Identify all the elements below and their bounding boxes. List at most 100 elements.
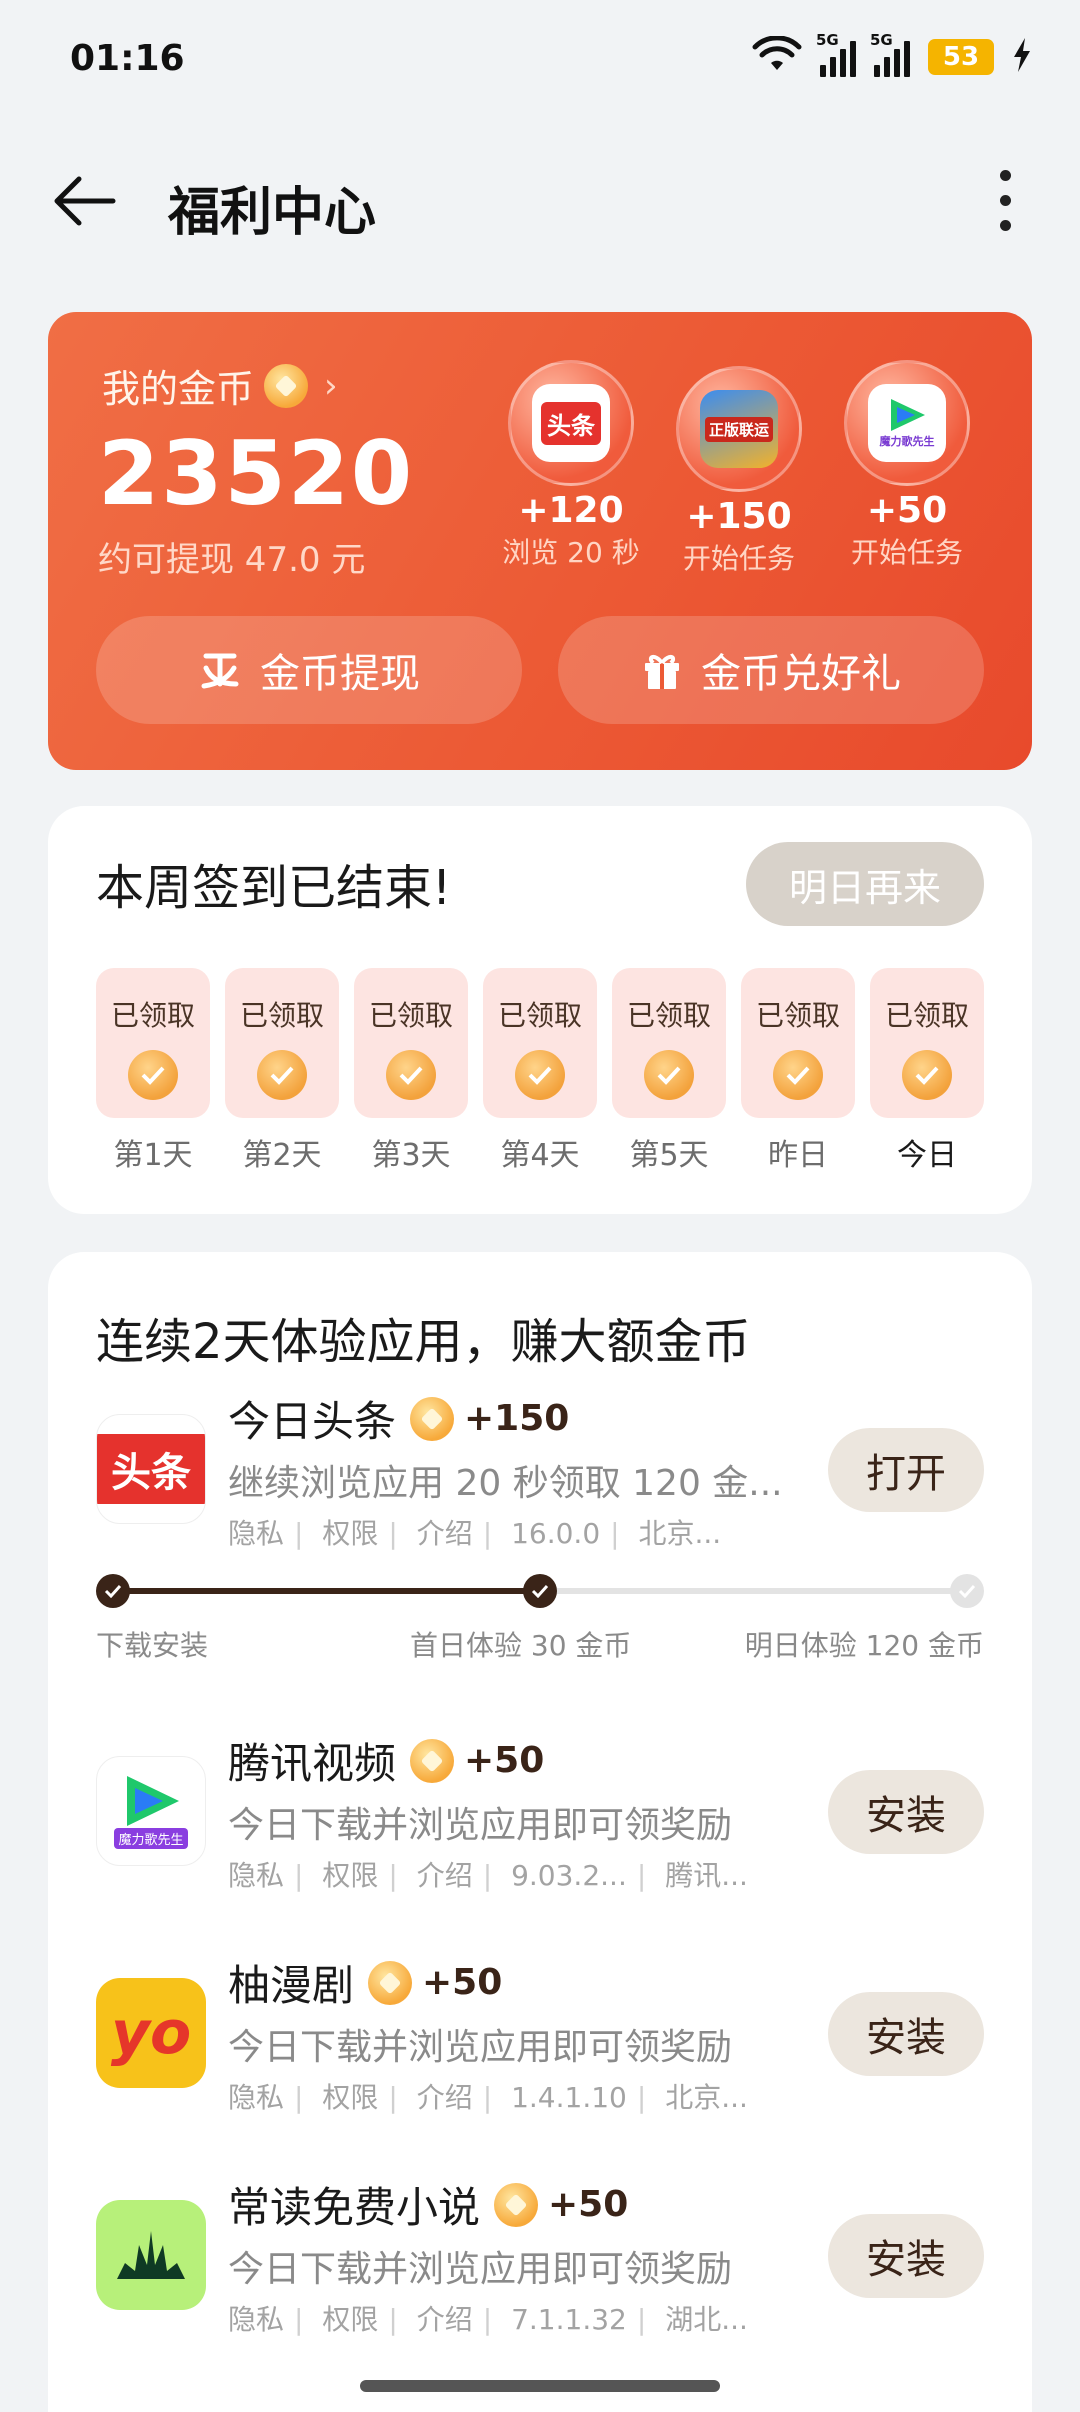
install-button[interactable]: 安装 [828, 1770, 984, 1854]
signal-icon: 5G [870, 31, 910, 77]
permissions-link[interactable]: 权限 [322, 1859, 378, 1892]
claimed-check-icon [257, 1050, 307, 1100]
progress-step-label: 明日体验 120 金币 [744, 1629, 984, 1662]
claimed-check-icon [515, 1050, 565, 1100]
tencent-video-app-icon[interactable]: 魔力歌先生 [96, 1756, 206, 1866]
app-meta: 隐私 | 权限 | 介绍 | 7.1.1.32 | 湖北... [228, 2303, 748, 2336]
app-version: 9.03.2... [511, 1859, 627, 1892]
permissions-link[interactable]: 权限 [322, 2081, 378, 2114]
status-time: 01:16 [70, 38, 185, 79]
gift-icon [645, 655, 679, 689]
home-indicator[interactable] [360, 2380, 720, 2392]
coin-amount: 23520 [98, 422, 415, 525]
charging-icon [1012, 38, 1032, 76]
signin-title: 本周签到已结束! [96, 860, 452, 916]
promo-desc: 开始任务 [850, 536, 963, 569]
youmanju-app-icon[interactable]: yo [96, 1978, 206, 2088]
cash-estimate: 约可提现 47.0 元 [98, 540, 366, 580]
app-row-changdu: 常读免费小说 +50 今日下载并浏览应用即可领奖励 隐私 | 权限 | 介绍 | 7.… [48, 2174, 1032, 2344]
app-row-toutiao: 头条 今日头条 +150 继续浏览应用 20 秒领取 120 金... 隐私 | … [48, 1388, 1032, 1558]
app-developer: 腾讯... [665, 1859, 748, 1892]
progress-step-label: 首日体验 30 金币 [410, 1629, 632, 1662]
privacy-link[interactable]: 隐私 [228, 1517, 284, 1550]
install-button[interactable]: 安装 [828, 2214, 984, 2298]
signal-icon: 5G [816, 31, 856, 77]
app-meta: 隐私 | 权限 | 介绍 | 16.0.0 | 北京... [228, 1517, 722, 1550]
signin-days: 已领取 第1天 已领取 第2天 已领取 第3天 已领取 第4天 已领取 第5天 … [96, 968, 984, 1174]
signin-day: 已领取 昨日 [741, 968, 855, 1174]
app-reward: +50 [410, 1738, 544, 1783]
my-coins-label: 我的金币 [102, 367, 255, 411]
app-reward: +50 [494, 2182, 628, 2227]
app-reward: +150 [410, 1396, 569, 1441]
back-arrow-icon [54, 176, 116, 226]
app-description: 今日下载并浏览应用即可领奖励 [228, 1805, 733, 1846]
app-developer: 湖北... [665, 2303, 748, 2336]
game-app-icon: 正版联运 [700, 390, 778, 468]
app-description: 今日下载并浏览应用即可领奖励 [228, 2249, 733, 2290]
toutiao-app-icon[interactable]: 头条 [96, 1414, 206, 1524]
promo-bubble-game[interactable]: 正版联运 +150 开始任务 [654, 366, 824, 577]
signin-day: 已领取 第3天 [354, 968, 468, 1174]
promo-reward: +50 [866, 490, 948, 531]
app-description: 继续浏览应用 20 秒领取 120 金... [228, 1463, 783, 1504]
exchange-gift-label: 金币兑好礼 [701, 651, 901, 697]
coin-icon [264, 363, 309, 408]
app-version: 1.4.1.10 [511, 2081, 627, 2114]
permissions-link[interactable]: 权限 [322, 2303, 378, 2336]
my-coins-link[interactable]: 我的金币 › [102, 358, 338, 413]
promo-desc: 开始任务 [682, 542, 795, 575]
tencent-video-app-icon: 魔力歌先生 [868, 384, 946, 462]
promo-reward: +120 [518, 490, 624, 531]
progress-step-label: 下载安装 [96, 1629, 209, 1662]
signin-day: 已领取 第4天 [483, 968, 597, 1174]
intro-link[interactable]: 介绍 [417, 2081, 473, 2114]
privacy-link[interactable]: 隐私 [228, 2303, 284, 2336]
step-done-icon [523, 1574, 557, 1608]
intro-link[interactable]: 介绍 [417, 1859, 473, 1892]
more-options-button[interactable] [970, 160, 1040, 240]
app-name: 柚漫剧 [228, 1961, 355, 2010]
status-icons: 5G 5G 53 [752, 31, 1032, 78]
signin-card: 本周签到已结束! 明日再来 已领取 第1天 已领取 第2天 已领取 第3天 已领… [48, 806, 1032, 1214]
app-developer: 北京... [665, 2081, 748, 2114]
app-version: 16.0.0 [511, 1517, 601, 1550]
come-back-tomorrow-button[interactable]: 明日再来 [746, 842, 984, 926]
task-progress: 下载安装 首日体验 30 金币 明日体验 120 金币 [96, 1572, 984, 1662]
promo-desc: 浏览 20 秒 [502, 536, 640, 569]
open-button[interactable]: 打开 [828, 1428, 984, 1512]
coin-card: 我的金币 › 23520 约可提现 47.0 元 头条 +120 浏览 20 秒… [48, 312, 1032, 770]
back-button[interactable] [44, 166, 124, 236]
promo-bubble-toutiao[interactable]: 头条 +120 浏览 20 秒 [486, 360, 656, 571]
claimed-check-icon [128, 1050, 178, 1100]
battery-icon: 53 [928, 39, 994, 75]
app-row-youmanju: yo 柚漫剧 +50 今日下载并浏览应用即可领奖励 隐私 | 权限 | 介绍 | 1.… [48, 1952, 1032, 2122]
install-button[interactable]: 安装 [828, 1992, 984, 2076]
app-developer: 北京... [638, 1517, 722, 1550]
coin-icon [410, 1396, 455, 1441]
intro-link[interactable]: 介绍 [417, 2303, 473, 2336]
app-meta: 隐私 | 权限 | 介绍 | 9.03.2... | 腾讯... [228, 1859, 748, 1892]
intro-link[interactable]: 介绍 [417, 1517, 473, 1550]
coin-icon [410, 1738, 455, 1783]
step-done-icon [96, 1574, 130, 1608]
permissions-link[interactable]: 权限 [322, 1517, 378, 1550]
promo-reward: +150 [686, 496, 792, 537]
signin-day: 已领取 第5天 [612, 968, 726, 1174]
coin-icon [368, 1960, 413, 2005]
signin-day: 已领取 第1天 [96, 968, 210, 1174]
claimed-check-icon [386, 1050, 436, 1100]
changdu-app-icon[interactable] [96, 2200, 206, 2310]
privacy-link[interactable]: 隐私 [228, 2081, 284, 2114]
withdraw-button[interactable]: 金币提现 [96, 616, 522, 724]
step-pending-icon [950, 1574, 984, 1608]
app-name: 腾讯视频 [228, 1739, 397, 1788]
promo-bubble-video[interactable]: 魔力歌先生 +50 开始任务 [822, 360, 992, 571]
privacy-link[interactable]: 隐私 [228, 1859, 284, 1892]
exchange-gift-button[interactable]: 金币兑好礼 [558, 616, 984, 724]
app-tasks-card: 连续2天体验应用，赚大额金币 头条 今日头条 +150 继续浏览应用 20 秒领… [48, 1252, 1032, 2412]
claimed-check-icon [644, 1050, 694, 1100]
signin-day-today: 已领取 今日 [870, 968, 984, 1174]
chevron-right-icon: › [324, 365, 338, 406]
header: 福利中心 [0, 150, 1080, 250]
